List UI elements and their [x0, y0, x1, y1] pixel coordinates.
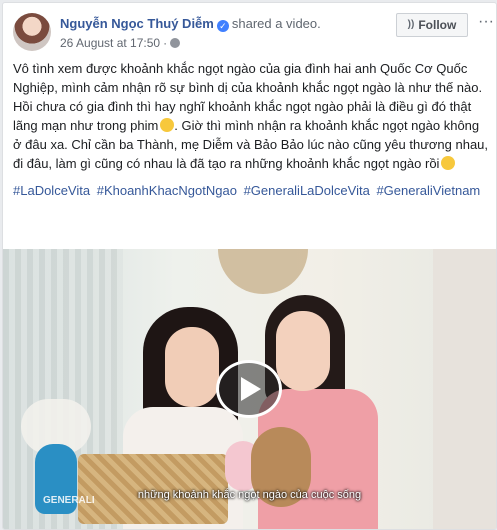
hashtag-list: #LaDolceVita #KhoanhKhacNgotNgao #Genera… [13, 181, 491, 200]
post-message: Vô tình xem được khoảnh khắc ngọt ngào c… [13, 59, 491, 200]
video-subtitle: những khoảnh khắc ngọt ngào của cuộc sốn… [137, 489, 362, 501]
post-action-text: shared a video. [231, 16, 321, 31]
hashtag-link[interactable]: #GeneraliVietnam [376, 183, 480, 198]
play-icon [241, 377, 261, 401]
video-woman-right-face [276, 311, 330, 391]
facebook-post-card: Nguyễn Ngọc Thuý Diễm ✓ shared a video. 26… [2, 2, 497, 530]
video-player[interactable]: GENERALI những khoảnh khắc ngọt ngào của… [3, 249, 496, 529]
author-line: Nguyễn Ngọc Thuý Diễm ✓ shared a video. [60, 15, 321, 33]
video-lamp [218, 249, 308, 294]
hashtag-link[interactable]: #KhoanhKhacNgotNgao [97, 183, 237, 198]
globe-privacy-icon[interactable] [170, 38, 181, 48]
hashtag-link[interactable]: #LaDolceVita [13, 183, 90, 198]
post-timestamp-link[interactable]: 26 August at 17:50 [60, 36, 160, 50]
laughing-emoji-icon [160, 118, 175, 132]
video-background-wall [433, 249, 496, 529]
video-woman-left-face [165, 327, 219, 407]
follow-button[interactable]: )) Follow [396, 13, 468, 37]
hashtag-link[interactable]: #GeneraliLaDolceVita [244, 183, 370, 198]
verified-badge-icon: ✓ [216, 20, 229, 32]
rss-icon: )) [407, 19, 415, 30]
author-avatar[interactable] [13, 13, 51, 51]
post-meta: 26 August at 17:50 · [60, 36, 181, 50]
smiling-emoji-icon [441, 156, 456, 170]
play-button[interactable] [216, 360, 282, 418]
more-options-icon[interactable]: ··· [478, 13, 494, 33]
meta-separator: · [163, 36, 168, 50]
author-name-link[interactable]: Nguyễn Ngọc Thuý Diễm [60, 16, 214, 31]
follow-button-label: Follow [418, 18, 457, 32]
